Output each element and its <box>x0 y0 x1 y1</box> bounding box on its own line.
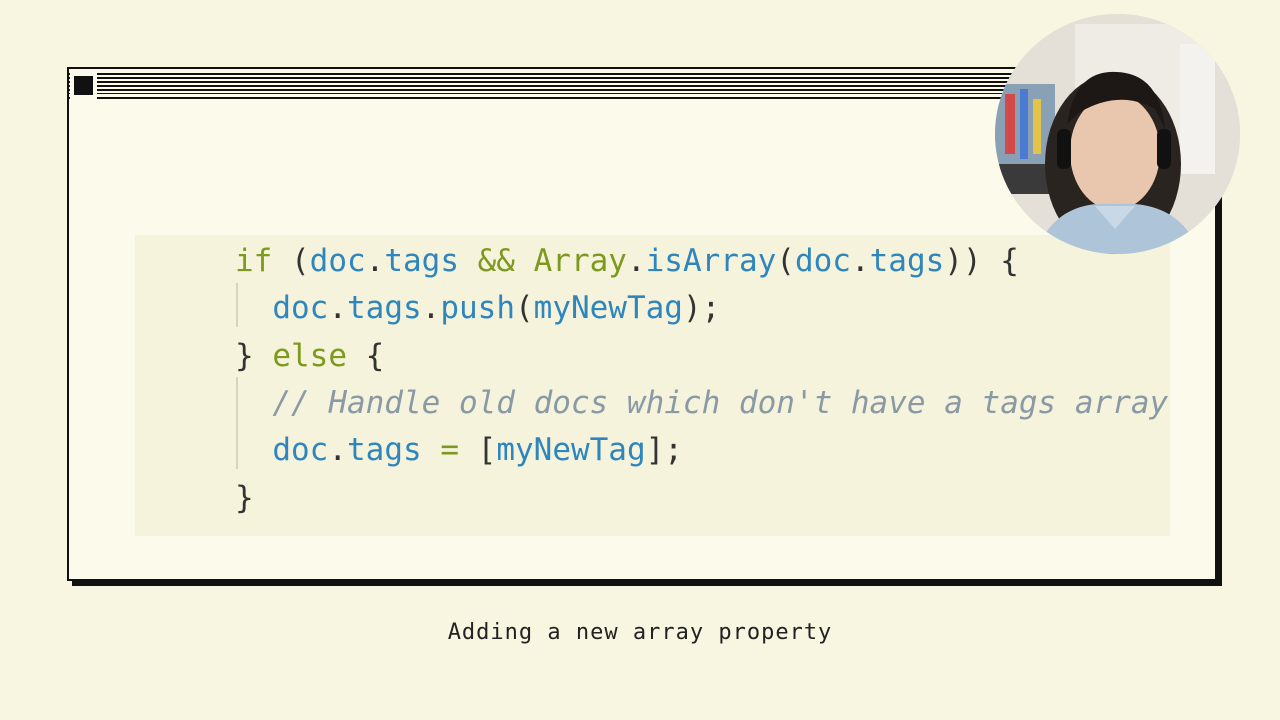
code-token: ]; <box>645 432 683 468</box>
code-token: . <box>328 432 347 468</box>
code-token: doc <box>309 243 366 279</box>
code-token: doc <box>235 432 329 468</box>
code-token: doc <box>794 243 851 279</box>
code-line: // Handle old docs which don't have a ta… <box>235 383 1168 423</box>
code-line: if (doc.tags && Array.isArray(doc.tags))… <box>235 241 1019 281</box>
code-token: myNewTag <box>533 290 683 326</box>
code-line: } <box>235 478 254 518</box>
presenter-webcam-image <box>995 14 1240 254</box>
code-token: tags <box>384 243 459 279</box>
code-token: . <box>626 243 646 279</box>
code-token: ); <box>682 290 721 326</box>
code-token: = <box>421 432 478 468</box>
code-token: && <box>458 243 534 279</box>
code-token: if <box>235 243 273 279</box>
code-line: doc.tags.push(myNewTag); <box>235 288 720 328</box>
code-token: Array <box>533 243 627 279</box>
code-token: push <box>440 290 515 326</box>
code-token: tags <box>869 243 945 279</box>
code-token: doc <box>235 290 329 326</box>
code-block: if (doc.tags && Array.isArray(doc.tags))… <box>135 235 1170 536</box>
code-token: )) { <box>944 243 1019 279</box>
code-token: isArray <box>645 243 777 279</box>
slide-caption: Adding a new array property <box>447 620 833 645</box>
close-box-icon[interactable] <box>72 74 95 97</box>
code-token: . <box>421 290 441 326</box>
code-line: doc.tags = [myNewTag]; <box>235 430 683 470</box>
code-token: } <box>235 338 273 374</box>
code-token: ( <box>272 243 310 279</box>
code-token: . <box>850 243 870 279</box>
code-line: } else { <box>235 336 384 376</box>
code-token: { <box>346 338 385 374</box>
code-token: ( <box>776 243 795 279</box>
code-token: // Handle old docs which don't have a ta… <box>235 385 1169 421</box>
code-token: . <box>365 243 385 279</box>
presenter-webcam <box>995 14 1240 254</box>
code-token: [ <box>477 432 497 468</box>
code-token: myNewTag <box>496 432 646 468</box>
code-token: . <box>328 290 347 326</box>
code-token: } <box>235 480 254 516</box>
code-token: ( <box>514 290 534 326</box>
code-token: tags <box>347 290 422 326</box>
code-token: tags <box>347 432 422 468</box>
code-token: else <box>272 338 347 374</box>
